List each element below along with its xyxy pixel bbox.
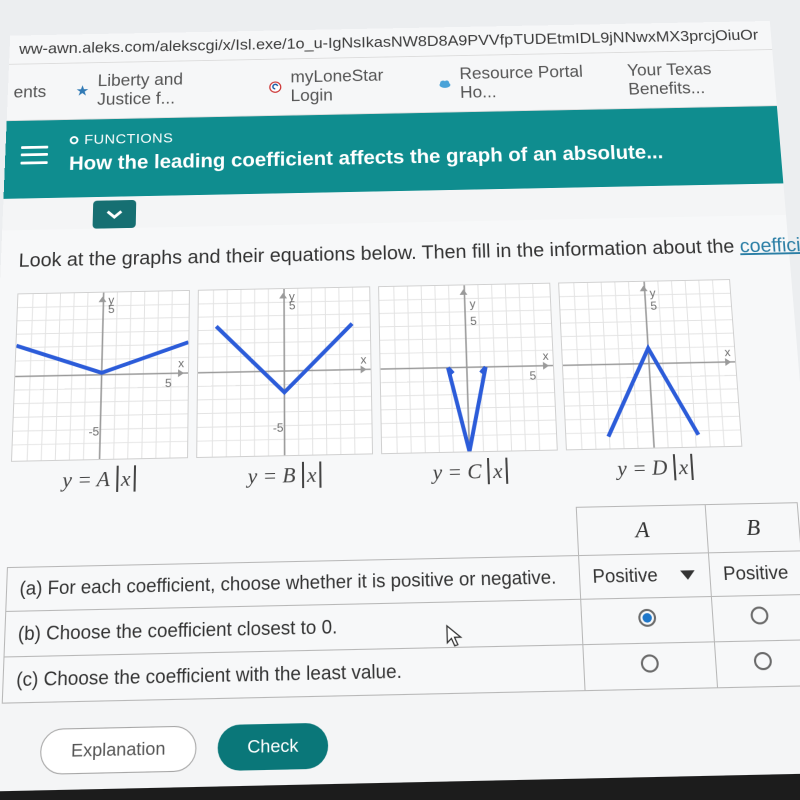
hamburger-icon[interactable] <box>20 145 48 164</box>
graph-cell-d: 5y x y = D x <box>558 279 745 483</box>
bookmark-label: ents <box>13 82 46 101</box>
bookmark-item[interactable]: ents <box>13 82 46 101</box>
lesson-header: FUNCTIONS How the leading coefficient af… <box>3 106 783 199</box>
svg-text:5: 5 <box>529 369 537 383</box>
bookmark-label: Resource Portal Ho... <box>459 62 600 102</box>
svg-text:-5: -5 <box>273 421 284 435</box>
chevron-down-icon <box>104 208 124 221</box>
question-table: A B (a) For each coefficient, choose whe… <box>2 502 800 703</box>
swirl-icon <box>268 79 283 95</box>
explanation-button[interactable]: Explanation <box>39 726 196 775</box>
graph-cell-b: 5-5 yx y = B x <box>196 286 374 490</box>
svg-text:-5: -5 <box>88 424 99 438</box>
bookmark-item[interactable]: Liberty and Justice f... <box>75 69 240 110</box>
breadcrumb-dot-icon <box>70 136 79 144</box>
glossary-link[interactable]: coefficien <box>739 235 800 257</box>
question-prompt: Look at the graphs and their equations b… <box>18 235 789 272</box>
equation-a: y = A x <box>62 465 136 493</box>
svg-text:5: 5 <box>165 376 172 390</box>
select-a-positive[interactable]: Positive <box>579 553 712 599</box>
radio-icon <box>754 652 773 671</box>
prompt-text: Look at the graphs and their equations b… <box>18 236 740 271</box>
svg-text:y: y <box>289 290 295 304</box>
equation-b: y = B x <box>248 461 322 489</box>
cursor-icon <box>445 623 465 649</box>
select-b-positive[interactable]: Positive <box>709 551 800 597</box>
check-button[interactable]: Check <box>217 723 328 771</box>
cloud-icon <box>437 76 452 92</box>
breadcrumb-text: FUNCTIONS <box>84 131 173 148</box>
svg-text:y: y <box>649 286 656 300</box>
svg-text:x: x <box>178 357 184 371</box>
column-header-b: B <box>706 503 800 553</box>
bookmark-item[interactable]: Resource Portal Ho... <box>437 62 600 103</box>
svg-text:5: 5 <box>470 314 477 328</box>
column-header-a: A <box>576 505 708 556</box>
radio-c-a[interactable] <box>583 642 718 691</box>
radio-c-b[interactable] <box>715 640 800 688</box>
svg-text:x: x <box>542 349 549 363</box>
svg-text:y: y <box>108 293 114 307</box>
equation-c: y = C x <box>432 458 508 486</box>
bookmark-item[interactable]: Your Texas Benefits... <box>627 59 771 99</box>
svg-text:5: 5 <box>650 299 658 313</box>
bookmark-item[interactable]: myLoneStar Login <box>268 66 409 106</box>
dropdown-icon <box>680 570 695 580</box>
svg-text:y: y <box>469 297 475 311</box>
svg-text:x: x <box>360 353 366 367</box>
star-icon <box>75 83 90 99</box>
radio-b-a[interactable] <box>581 597 715 645</box>
radio-icon <box>638 609 657 627</box>
graph-c: 5 5 y x <box>378 283 558 455</box>
equation-d: y = D x <box>617 454 695 482</box>
content-area: Look at the graphs and their equations b… <box>0 215 800 704</box>
graph-b: 5-5 yx <box>196 286 373 458</box>
graph-cell-a: 5-5 5yx y = A x <box>10 290 190 494</box>
bookmark-label: Liberty and Justice f... <box>97 69 240 109</box>
graph-row: 5-5 5yx y = A x <box>8 278 800 494</box>
graph-cell-c: 5 5 y x y = C x <box>378 283 559 487</box>
bookmark-label: myLoneStar Login <box>290 66 409 106</box>
radio-icon <box>750 606 769 624</box>
graph-d: 5y x <box>558 279 742 450</box>
collapse-button[interactable] <box>93 200 137 229</box>
svg-text:x: x <box>724 345 731 359</box>
radio-icon <box>641 654 660 673</box>
radio-b-b[interactable] <box>712 595 800 642</box>
select-value: Positive <box>592 565 658 588</box>
select-value: Positive <box>722 562 789 585</box>
page-title: How the leading coefficient affects the … <box>69 142 664 176</box>
bookmark-label: Your Texas Benefits... <box>627 59 771 99</box>
button-row: Explanation Check <box>0 682 800 792</box>
graph-a: 5-5 5yx <box>11 290 190 462</box>
